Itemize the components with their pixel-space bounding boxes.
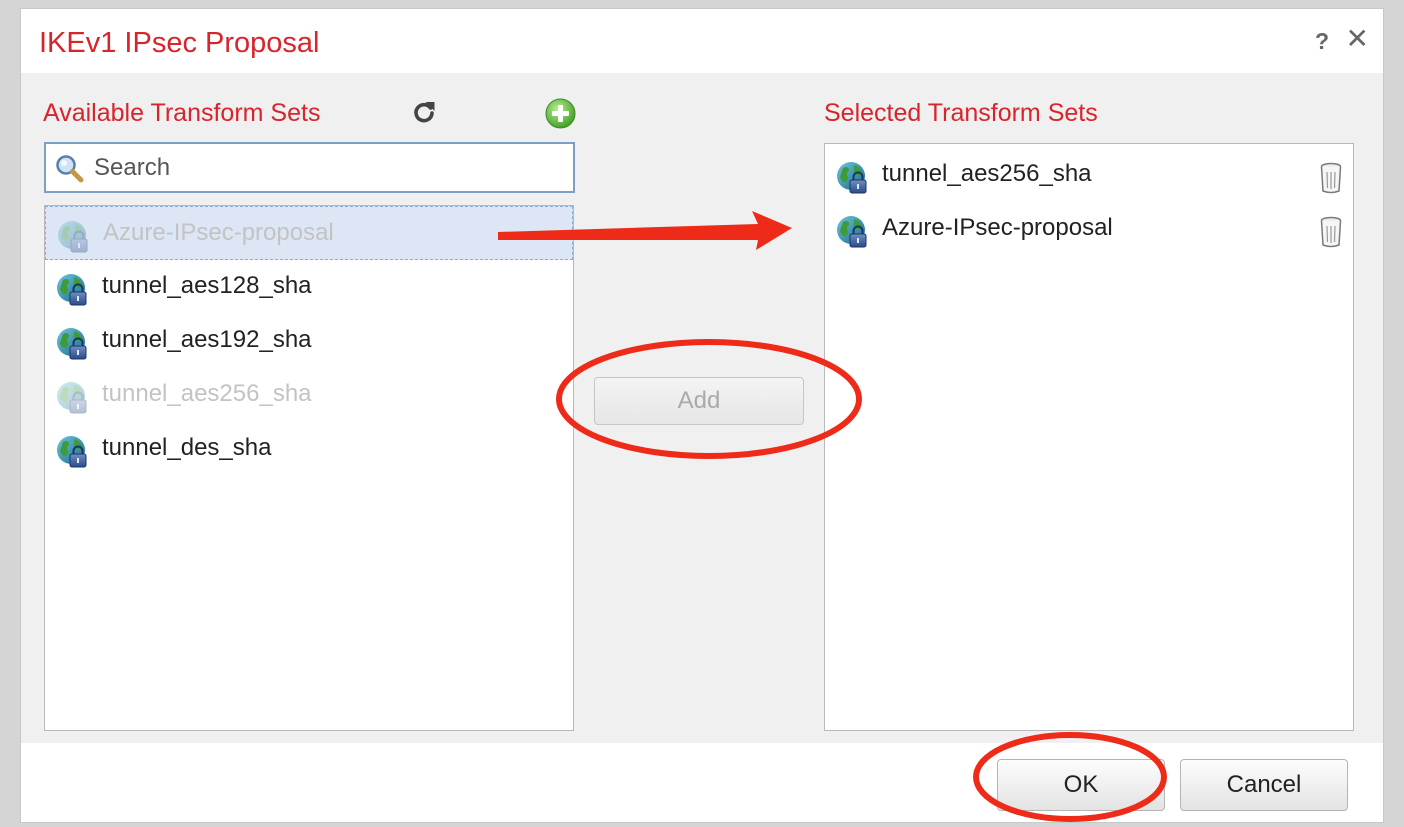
help-icon[interactable]: ?: [1315, 28, 1329, 55]
list-item[interactable]: tunnel_aes256_sha: [45, 368, 573, 422]
add-transform-set-icon[interactable]: [545, 98, 576, 129]
list-item-label: Azure-IPsec-proposal: [882, 214, 1113, 241]
vpn-transform-set-icon: [835, 214, 871, 250]
search-icon: [56, 155, 84, 183]
vpn-transform-set-icon: [55, 380, 91, 416]
available-transform-sets-list: Azure-IPsec-proposal tunnel_aes128_sha t…: [44, 205, 574, 731]
list-item-label: tunnel_des_sha: [102, 434, 272, 461]
selected-transform-sets-list: tunnel_aes256_sha Azure-IPsec-proposal: [824, 143, 1354, 731]
dialog-title-bar: IKEv1 IPsec Proposal ? ✕: [21, 9, 1383, 73]
list-item-label: tunnel_aes256_sha: [102, 380, 312, 407]
list-item[interactable]: tunnel_aes256_sha: [825, 148, 1353, 202]
dialog-footer: [21, 743, 1383, 822]
selected-transform-sets-label: Selected Transform Sets: [824, 99, 1098, 127]
ok-button[interactable]: OK: [997, 759, 1165, 811]
search-box: [44, 142, 575, 193]
dialog-title: IKEv1 IPsec Proposal: [39, 27, 320, 59]
search-input[interactable]: [94, 144, 564, 191]
list-item[interactable]: tunnel_aes128_sha: [45, 260, 573, 314]
cancel-button[interactable]: Cancel: [1180, 759, 1348, 811]
vpn-transform-set-icon: [55, 326, 91, 362]
vpn-transform-set-icon: [55, 272, 91, 308]
list-item-label: Azure-IPsec-proposal: [103, 219, 334, 246]
refresh-icon[interactable]: [411, 99, 437, 125]
add-button[interactable]: Add: [594, 377, 804, 425]
vpn-transform-set-icon: [55, 434, 91, 470]
available-transform-sets-label: Available Transform Sets: [43, 99, 321, 127]
list-item-label: tunnel_aes256_sha: [882, 160, 1092, 187]
close-icon[interactable]: ✕: [1346, 25, 1369, 53]
vpn-transform-set-icon: [835, 160, 871, 196]
list-item[interactable]: Azure-IPsec-proposal: [45, 206, 573, 260]
list-item-label: tunnel_aes192_sha: [102, 326, 312, 353]
vpn-transform-set-icon: [56, 219, 92, 255]
list-item[interactable]: tunnel_aes192_sha: [45, 314, 573, 368]
list-item[interactable]: tunnel_des_sha: [45, 422, 573, 476]
list-item-label: tunnel_aes128_sha: [102, 272, 312, 299]
list-item[interactable]: Azure-IPsec-proposal: [825, 202, 1353, 256]
ikev1-ipsec-proposal-dialog: IKEv1 IPsec Proposal ? ✕ Available Trans…: [20, 8, 1384, 823]
delete-icon[interactable]: [1319, 216, 1343, 248]
delete-icon[interactable]: [1319, 162, 1343, 194]
